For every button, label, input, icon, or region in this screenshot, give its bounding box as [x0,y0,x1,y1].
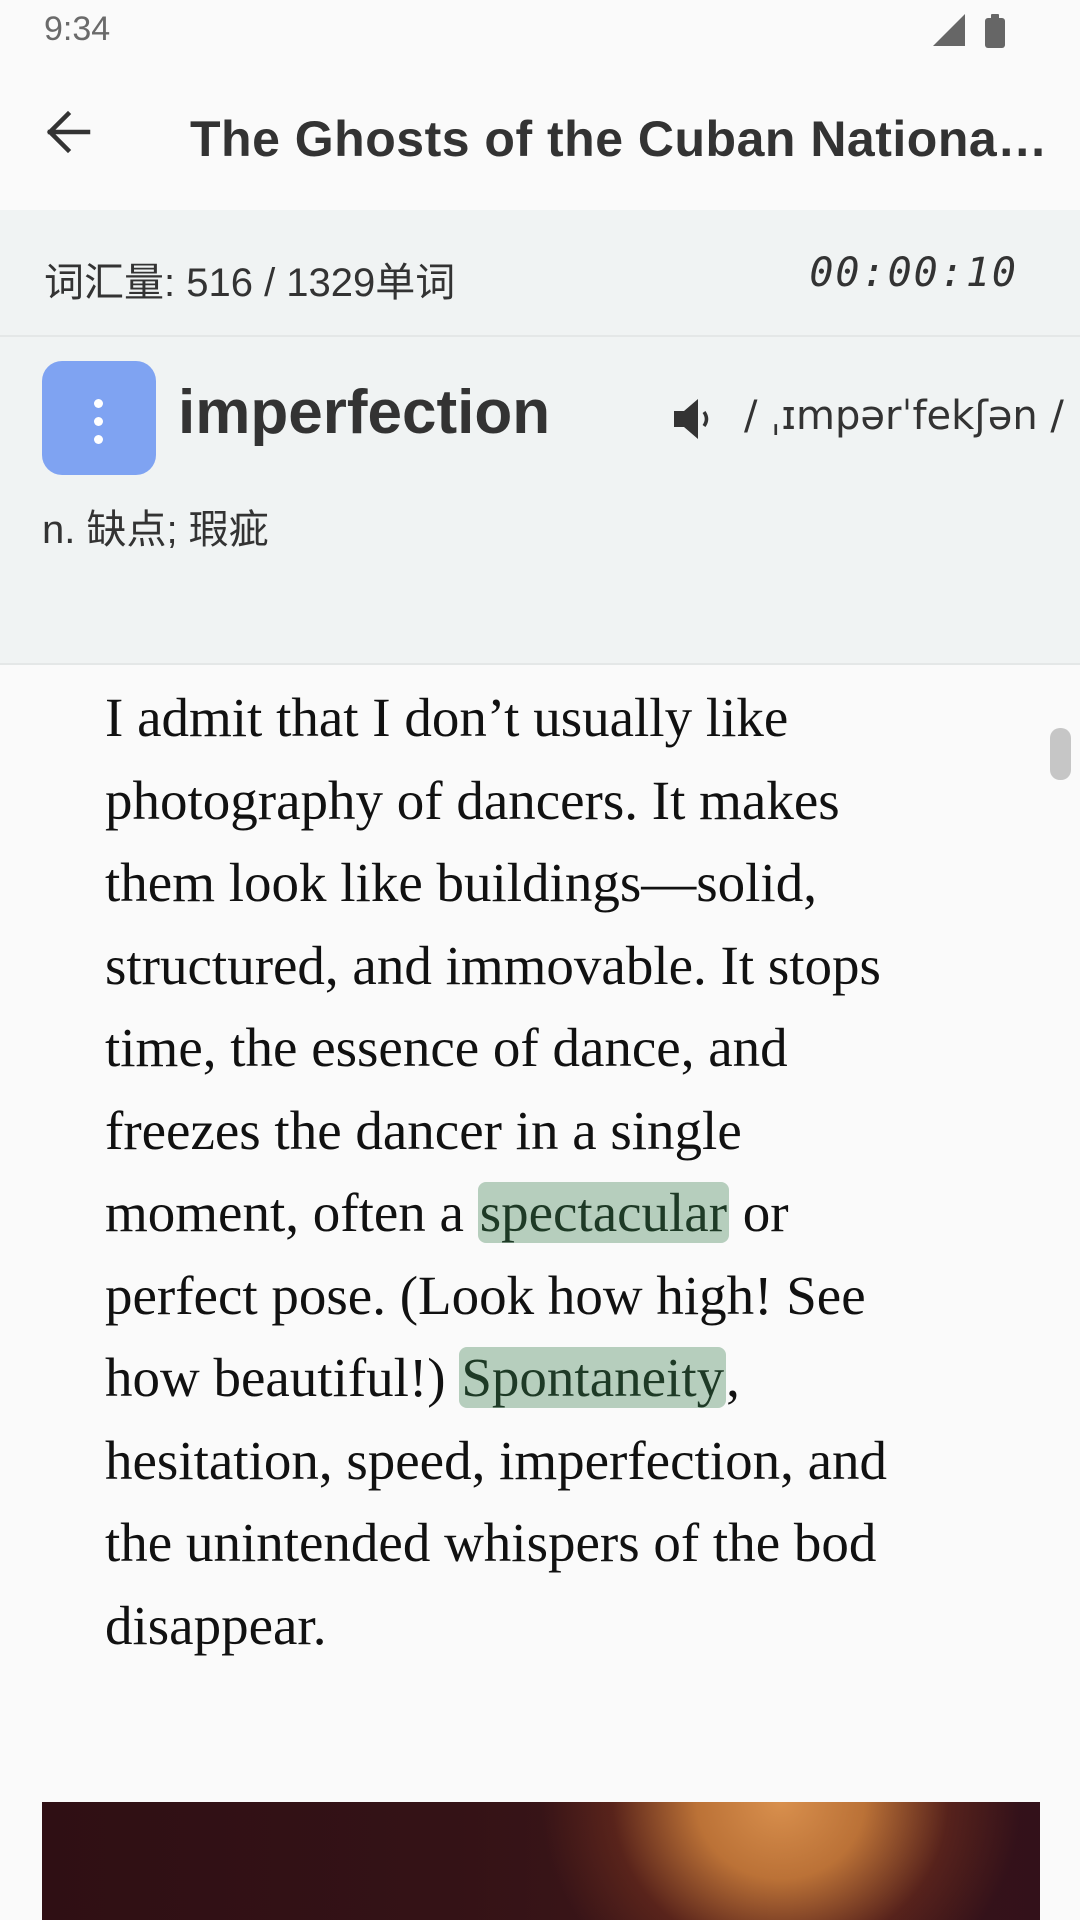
volume-icon [674,399,709,439]
arrow-left-icon [46,110,91,154]
article-paragraph: I admit that I don’t usually like photog… [105,677,1065,1667]
highlighted-word[interactable]: spectacular [477,1182,730,1243]
headword: imperfection [178,378,551,447]
signal-icon [933,14,965,46]
reading-timer: 00:00:10 [809,250,1018,296]
phonetic: / ˌɪmpərˈfekʃən / [744,393,1064,439]
status-bar: 9:34 [0,0,1080,60]
highlighted-word[interactable]: Spontaneity [459,1347,727,1408]
page-title: The Ghosts of the Cuban National Ballet [190,111,1050,167]
article-image [42,1802,1040,1920]
battery-icon [985,14,1005,48]
article-content: I admit that I don’t usually like photog… [0,665,1080,1920]
scrollbar-thumb[interactable] [1050,728,1071,780]
app-bar: The Ghosts of the Cuban National Ballet [0,60,1080,210]
vocab-count: 词汇量: 516 / 1329单词 [44,261,456,305]
word-card: imperfection / ˌɪmpərˈfekʃən / n. 缺点; 瑕疵 [0,337,1080,665]
back-button[interactable] [40,102,100,162]
pronounce-button[interactable] [672,397,724,441]
status-time: 9:34 [44,10,111,48]
stats-bar: 词汇量: 516 / 1329单词 00:00:10 [0,210,1080,337]
word-menu-button[interactable] [42,361,156,475]
definition: n. 缺点; 瑕疵 [42,508,269,552]
paragraph-text: I admit that I don’t usually like photog… [105,687,881,1243]
